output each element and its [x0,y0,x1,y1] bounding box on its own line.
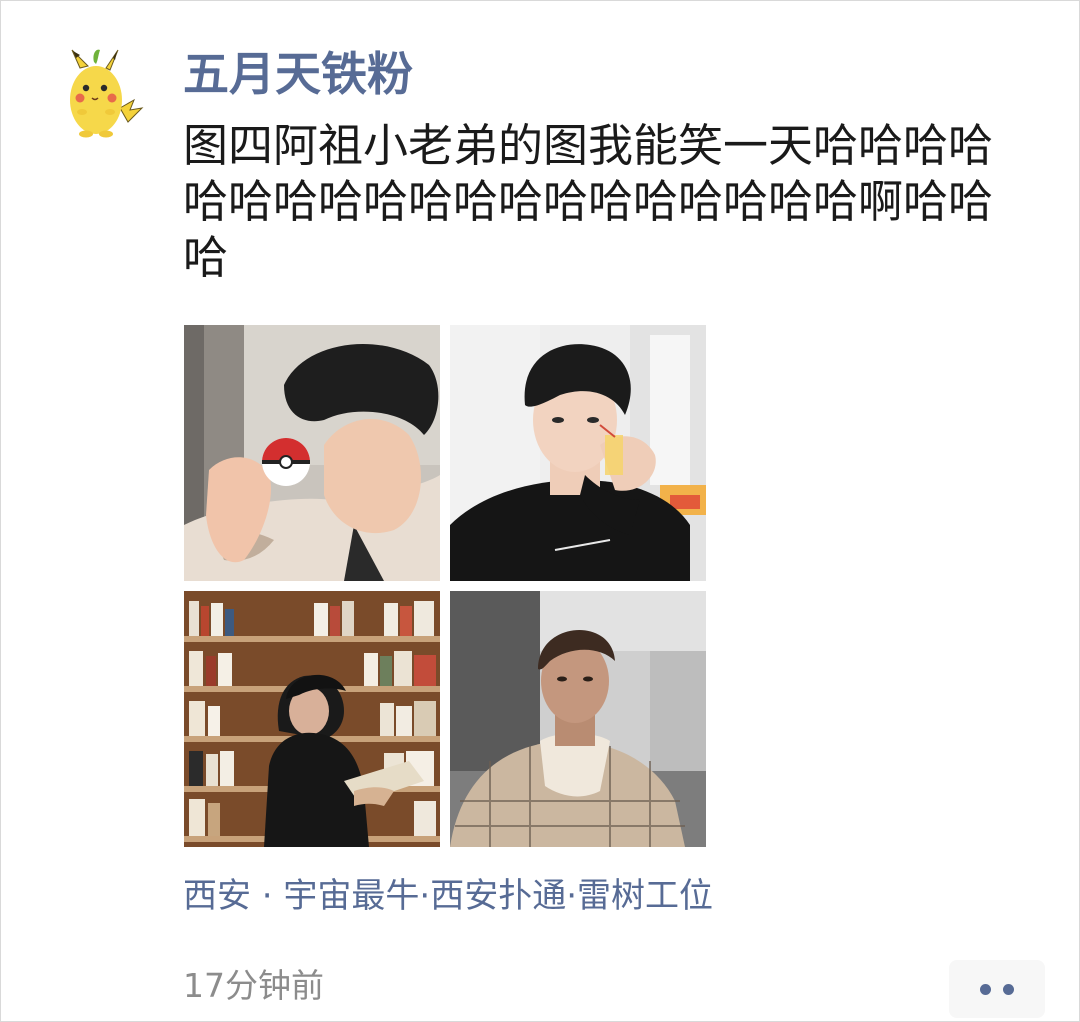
photo-icon [450,591,706,847]
location-link[interactable]: 西安 · 宇宙最牛·西安扑通·雷树工位 [183,872,713,920]
more-button[interactable] [949,960,1045,1018]
avatar[interactable] [36,38,156,158]
photo-3[interactable] [184,591,440,847]
photo-2[interactable] [450,325,706,581]
photo-icon [184,325,440,581]
photo-4[interactable] [450,591,706,847]
photo-icon [184,591,440,847]
pikachu-icon [36,38,156,158]
photo-icon [450,325,706,581]
more-dots-icon [980,983,991,995]
more-dots-icon [1003,983,1014,995]
username[interactable]: 五月天铁粉 [183,44,413,104]
post-text: 图四阿祖小老弟的图我能笑一天哈哈哈哈哈哈哈哈哈哈哈哈哈哈哈哈哈哈哈啊哈哈哈 [183,119,994,284]
photo-1[interactable] [184,325,440,581]
post-time: 17分钟前 [183,966,324,1005]
